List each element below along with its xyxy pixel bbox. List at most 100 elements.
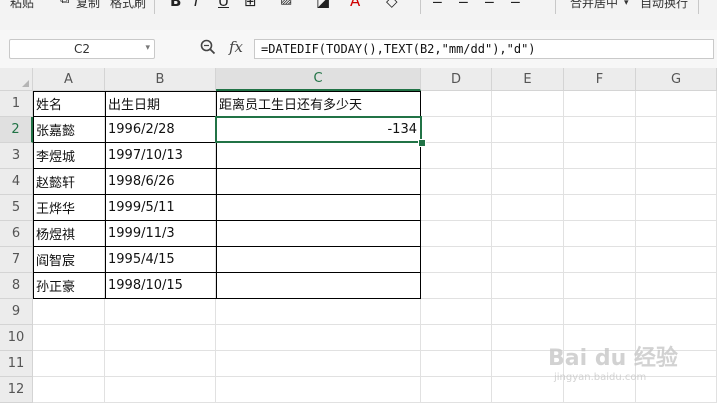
cell-b6[interactable]: 1999/11/3 <box>105 221 216 247</box>
cell-g9[interactable] <box>636 299 717 325</box>
cell-c1[interactable]: 距离员工生日还有多少天 <box>216 91 421 117</box>
cell-f4[interactable] <box>564 169 636 195</box>
cell-e2[interactable] <box>492 117 564 143</box>
cell-e5[interactable] <box>492 195 564 221</box>
cell-b12[interactable] <box>105 377 216 403</box>
fill-handle[interactable] <box>418 139 426 147</box>
cell-b11[interactable] <box>105 351 216 377</box>
fx-icon[interactable]: fx <box>229 38 243 56</box>
cell-c7[interactable] <box>216 247 421 273</box>
copy-button[interactable]: 复制 <box>76 0 100 11</box>
cell-d2[interactable] <box>421 117 492 143</box>
cell-a12[interactable] <box>33 377 105 403</box>
cell-c9[interactable] <box>216 299 421 325</box>
cell-b3[interactable]: 1997/10/13 <box>105 143 216 169</box>
merge-center-button[interactable]: 合并居中 <box>570 0 618 11</box>
fill-color-icon[interactable]: ▨ <box>280 0 292 7</box>
cell-f2[interactable] <box>564 117 636 143</box>
cell-c4[interactable] <box>216 169 421 195</box>
paste-button[interactable]: 粘贴 <box>10 0 34 11</box>
cell-d12[interactable] <box>421 377 492 403</box>
cell-a1[interactable]: 姓名 <box>33 91 105 117</box>
row-header-12[interactable]: 12 <box>0 377 33 403</box>
cell-g4[interactable] <box>636 169 717 195</box>
cell-c11[interactable] <box>216 351 421 377</box>
cell-e8[interactable] <box>492 273 564 299</box>
cell-c8[interactable] <box>216 273 421 299</box>
cell-c3[interactable] <box>216 143 421 169</box>
cell-e7[interactable] <box>492 247 564 273</box>
align-justify-icon[interactable]: ☰ <box>510 0 521 6</box>
border-icon[interactable]: ⊞ <box>244 0 257 10</box>
cell-f6[interactable] <box>564 221 636 247</box>
row-header-10[interactable]: 10 <box>0 325 33 351</box>
cell-b8[interactable]: 1998/10/15 <box>105 273 216 299</box>
row-header-4[interactable]: 4 <box>0 169 33 195</box>
row-header-6[interactable]: 6 <box>0 221 33 247</box>
italic-icon[interactable]: I <box>194 0 198 10</box>
cell-e6[interactable] <box>492 221 564 247</box>
cell-f3[interactable] <box>564 143 636 169</box>
cell-d5[interactable] <box>421 195 492 221</box>
cell-c6[interactable] <box>216 221 421 247</box>
cell-f1[interactable] <box>564 91 636 117</box>
cell-d1[interactable] <box>421 91 492 117</box>
name-box[interactable]: C2 ▾ <box>9 39 155 59</box>
cell-c10[interactable] <box>216 325 421 351</box>
row-header-11[interactable]: 11 <box>0 351 33 377</box>
cell-a2[interactable]: 张嘉懿 <box>33 117 105 143</box>
cell-d10[interactable] <box>421 325 492 351</box>
column-header-a[interactable]: A <box>33 68 105 91</box>
row-header-1[interactable]: 1 <box>0 91 33 117</box>
cell-d6[interactable] <box>421 221 492 247</box>
row-header-2[interactable]: 2 <box>0 117 33 143</box>
column-header-g[interactable]: G <box>636 68 717 91</box>
row-header-9[interactable]: 9 <box>0 299 33 325</box>
cell-d8[interactable] <box>421 273 492 299</box>
column-header-b[interactable]: B <box>105 68 216 91</box>
chevron-down-icon[interactable]: ▾ <box>145 43 150 53</box>
underline-icon[interactable]: U <box>218 0 229 10</box>
cell-e1[interactable] <box>492 91 564 117</box>
cell-g7[interactable] <box>636 247 717 273</box>
cell-b7[interactable]: 1995/4/15 <box>105 247 216 273</box>
column-header-d[interactable]: D <box>421 68 492 91</box>
cell-a6[interactable]: 杨煜祺 <box>33 221 105 247</box>
cell-b10[interactable] <box>105 325 216 351</box>
row-header-7[interactable]: 7 <box>0 247 33 273</box>
wrap-text-button[interactable]: 自动换行 <box>640 0 688 11</box>
cell-g6[interactable] <box>636 221 717 247</box>
font-color-icon[interactable]: A <box>350 0 360 10</box>
cell-b9[interactable] <box>105 299 216 325</box>
cell-g8[interactable] <box>636 273 717 299</box>
cell-c5[interactable] <box>216 195 421 221</box>
cell-a3[interactable]: 李煜城 <box>33 143 105 169</box>
highlight-icon[interactable]: ◪ <box>316 0 330 10</box>
cell-f8[interactable] <box>564 273 636 299</box>
column-header-e[interactable]: E <box>492 68 564 91</box>
merge-dropdown-icon[interactable]: ▾ <box>624 0 629 8</box>
column-header-f[interactable]: F <box>564 68 636 91</box>
select-all-corner[interactable] <box>0 68 33 91</box>
cell-e4[interactable] <box>492 169 564 195</box>
cell-b1[interactable]: 出生日期 <box>105 91 216 117</box>
cell-f9[interactable] <box>564 299 636 325</box>
row-header-5[interactable]: 5 <box>0 195 33 221</box>
cell-a10[interactable] <box>33 325 105 351</box>
cell-b2[interactable]: 1996/2/28 <box>105 117 216 143</box>
bold-icon[interactable]: B <box>170 0 181 10</box>
cell-b5[interactable]: 1999/5/11 <box>105 195 216 221</box>
cell-d11[interactable] <box>421 351 492 377</box>
cell-f5[interactable] <box>564 195 636 221</box>
cell-f7[interactable] <box>564 247 636 273</box>
cell-a8[interactable]: 孙正豪 <box>33 273 105 299</box>
clear-format-icon[interactable]: ◇ <box>386 0 398 10</box>
cell-e9[interactable] <box>492 299 564 325</box>
cell-a11[interactable] <box>33 351 105 377</box>
cell-a9[interactable] <box>33 299 105 325</box>
zoom-icon[interactable] <box>200 39 216 55</box>
cell-d3[interactable] <box>421 143 492 169</box>
cell-g5[interactable] <box>636 195 717 221</box>
align-right-icon[interactable]: ☰ <box>484 0 495 6</box>
cell-d4[interactable] <box>421 169 492 195</box>
